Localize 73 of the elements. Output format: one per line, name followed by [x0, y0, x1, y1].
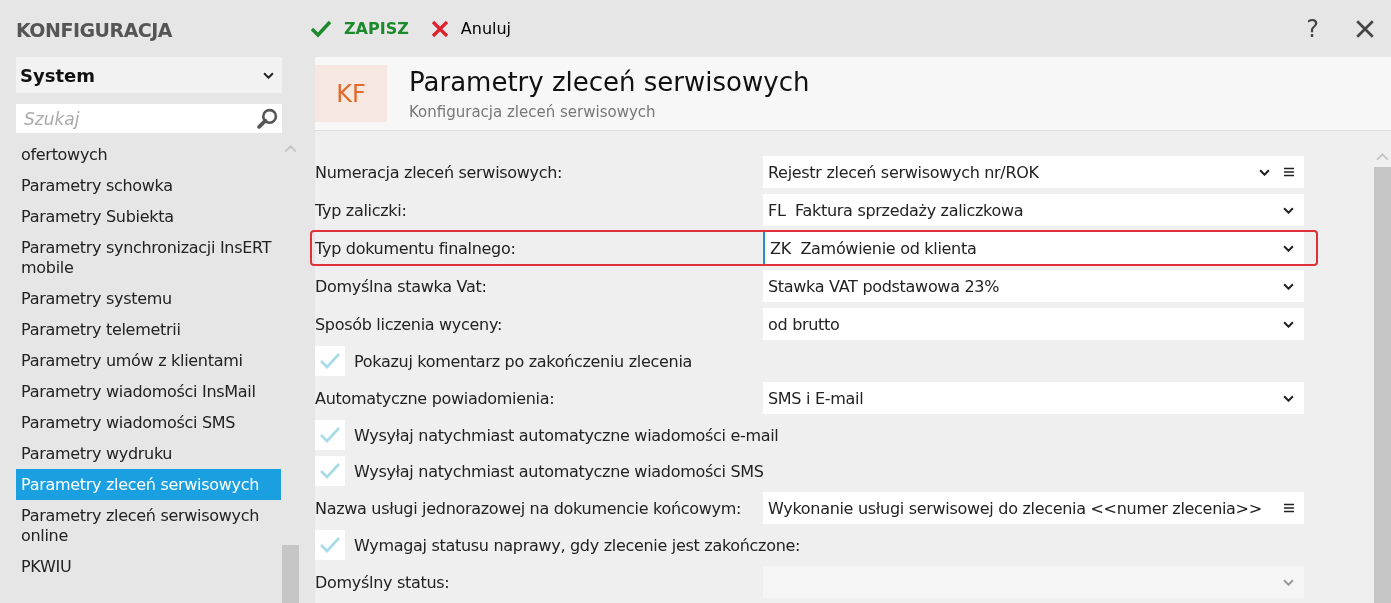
check-icon	[319, 426, 341, 444]
close-icon[interactable]	[1355, 18, 1375, 39]
field-label: Nazwa usługi jednorazowej na dokumencie końcowym:	[315, 498, 743, 518]
field-label: Numeracja zleceń serwisowych:	[315, 162, 564, 182]
sidebar-item[interactable]: Parametry telemetrii	[16, 314, 281, 345]
field-value: ZK Zamówienie od klienta	[770, 238, 978, 258]
dropdown-field[interactable]: FL Faktura sprzedaży zaliczkowa	[763, 194, 1304, 226]
field-label: Domyślny status:	[315, 572, 451, 592]
sidebar-title: KONFIGURACJA	[16, 19, 174, 43]
dropdown-field[interactable]: Rejestr zleceń serwisowych nr/ROK	[763, 156, 1304, 188]
help-button[interactable]: ?	[1306, 14, 1319, 43]
dropdown-field[interactable]: Stawka VAT podstawowa 23%	[763, 270, 1304, 302]
menu-icon[interactable]	[1284, 503, 1294, 513]
page-subtitle: Konfiguracja zleceń serwisowych	[409, 102, 657, 121]
input-field[interactable]: Wykonanie usługi serwisowej do zlecenia <<numer zlecenia>>	[763, 492, 1304, 524]
sidebar-item[interactable]: Parametry schowka	[16, 170, 281, 201]
dropdown-field[interactable]: od brutto	[763, 308, 1304, 340]
chevron-down-icon	[1283, 206, 1294, 214]
chevron-down-icon	[1283, 282, 1294, 290]
sidebar-item[interactable]: ofertowych	[16, 139, 281, 170]
check-icon	[310, 19, 332, 38]
field-value: Rejestr zleceń serwisowych nr/ROK	[768, 162, 1040, 182]
cancel-button[interactable]: Anuluj	[430, 19, 512, 38]
field-label: Typ dokumentu finalnego:	[315, 238, 517, 258]
scroll-up-icon[interactable]	[283, 145, 297, 153]
checkbox[interactable]	[315, 420, 345, 450]
search-field[interactable]: Szukaj	[16, 104, 282, 133]
field-value: od brutto	[768, 314, 841, 334]
scroll-up-icon[interactable]	[1375, 153, 1389, 161]
search-icon	[257, 108, 278, 129]
scrollbar-thumb[interactable]	[1373, 167, 1391, 603]
chevron-down-icon	[1283, 578, 1294, 586]
field-value: SMS i E-mail	[768, 388, 865, 408]
checkbox-label: Pokazuj komentarz po zakończeniu zlecenia	[354, 351, 693, 371]
field-label: Typ zaliczki:	[315, 200, 408, 220]
menu-icon[interactable]	[1284, 167, 1294, 177]
sidebar-item[interactable]: Parametry systemu	[16, 283, 281, 314]
module-badge: KF	[315, 65, 387, 122]
dropdown-field[interactable]: ZK Zamówienie od klienta	[763, 232, 1304, 264]
sidebar-item[interactable]: Parametry wiadomości SMS	[16, 407, 281, 438]
sidebar-item[interactable]: Parametry synchronizacji InsERT mobile	[16, 232, 281, 283]
chevron-down-icon	[263, 71, 274, 79]
cross-icon	[430, 19, 449, 38]
save-button[interactable]: ZAPISZ	[310, 19, 409, 38]
sidebar-item[interactable]: PKWIU	[16, 551, 281, 582]
sidebar-item[interactable]: Parametry wiadomości InsMail	[16, 376, 281, 407]
sidebar-item[interactable]: Parametry Subiekta	[16, 201, 281, 232]
field-value: Stawka VAT podstawowa 23%	[768, 276, 1001, 296]
sidebar-item[interactable]: Parametry zleceń serwisowych online	[16, 500, 281, 551]
chevron-down-icon	[1259, 168, 1270, 176]
checkbox-label: Wysyłaj natychmiast automatyczne wiadomości e-mail	[354, 425, 779, 445]
chevron-down-icon	[1283, 244, 1294, 252]
chevron-down-icon	[1283, 394, 1294, 402]
checkbox-label: Wysyłaj natychmiast automatyczne wiadomości SMS	[354, 461, 764, 481]
page-title: Parametry zleceń serwisowych	[409, 66, 810, 97]
category-dropdown[interactable]: System	[16, 57, 282, 93]
field-label: Sposób liczenia wyceny:	[315, 314, 503, 334]
checkbox-label: Wymagaj statusu naprawy, gdy zlecenie jest zakończone:	[354, 535, 801, 555]
sidebar-item[interactable]: Parametry wydruku	[16, 438, 281, 469]
checkbox[interactable]	[315, 456, 345, 486]
field-label: Automatyczne powiadomienia:	[315, 388, 556, 408]
field-value: FL Faktura sprzedaży zaliczkowa	[768, 200, 1025, 220]
chevron-down-icon	[1283, 320, 1294, 328]
dropdown-field[interactable]: SMS i E-mail	[763, 382, 1304, 414]
sidebar-item[interactable]: Parametry umów z klientami	[16, 345, 281, 376]
field-value: Wykonanie usługi serwisowej do zlecenia <<numer zlecenia>>	[768, 498, 1263, 518]
checkbox[interactable]	[315, 346, 345, 376]
check-icon	[319, 352, 341, 370]
check-icon	[319, 462, 341, 480]
checkbox[interactable]	[315, 530, 345, 560]
field-label: Domyślna stawka Vat:	[315, 276, 488, 296]
check-icon	[319, 536, 341, 554]
scrollbar-thumb[interactable]	[281, 545, 299, 603]
